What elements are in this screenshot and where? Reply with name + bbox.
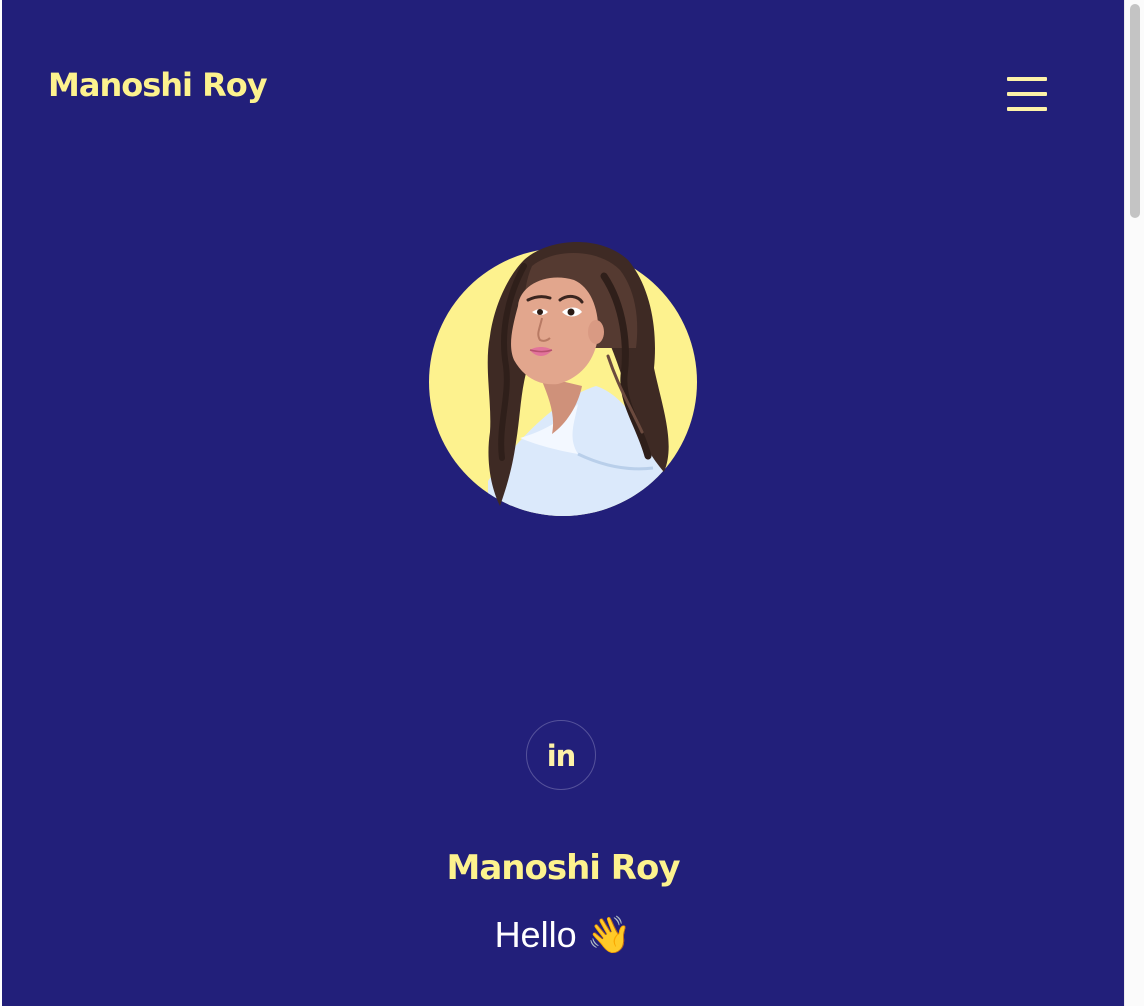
hamburger-menu-icon[interactable]	[1006, 76, 1048, 112]
scrollbar-thumb[interactable]	[1130, 4, 1140, 218]
menu-bar-top	[1007, 77, 1047, 81]
menu-bar-middle	[1007, 92, 1047, 96]
linkedin-button[interactable]: in	[526, 720, 596, 790]
vertical-scrollbar[interactable]	[1124, 0, 1144, 1006]
menu-bar-bottom	[1007, 107, 1047, 111]
linkedin-icon: in	[546, 739, 577, 773]
avatar	[429, 241, 697, 516]
site-brand[interactable]: Manoshi Roy	[48, 66, 268, 104]
page: Manoshi Roy in Manoshi Roy Hello 👋	[2, 0, 1124, 1006]
hero-name: Manoshi Roy	[446, 848, 681, 888]
greeting-text: Hello 👋	[494, 914, 632, 955]
